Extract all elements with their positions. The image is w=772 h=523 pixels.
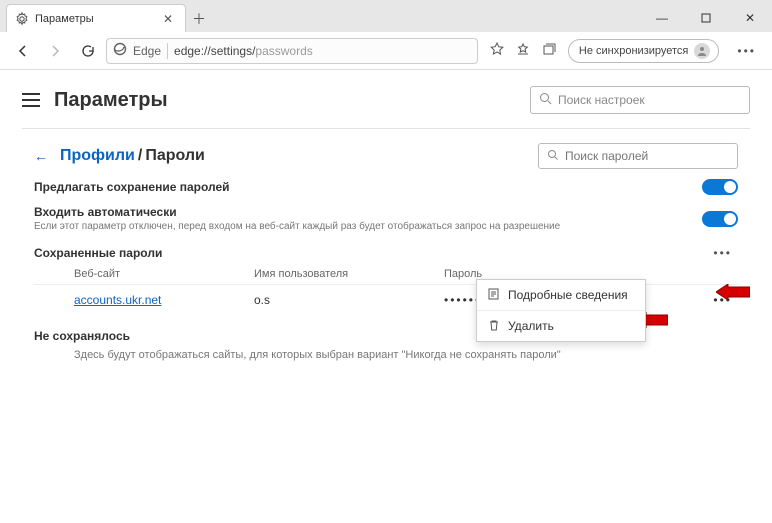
sync-status-label: Не синхронизируется <box>579 45 688 57</box>
browser-menu-icon[interactable]: ••• <box>731 44 762 58</box>
toggle-offer-save[interactable] <box>702 179 738 195</box>
refresh-icon[interactable] <box>74 38 100 64</box>
nav-forward-icon <box>42 38 68 64</box>
table-row: accounts.ukr.net o.s •••••••• ••• Подроб… <box>34 285 738 311</box>
option-auto-signin-label: Входить автоматически <box>34 205 702 219</box>
ctx-delete[interactable]: Удалить <box>477 310 645 341</box>
nav-back-icon[interactable] <box>10 38 36 64</box>
breadcrumb-current: Пароли <box>145 147 205 164</box>
context-menu: Подробные сведения Удалить <box>476 279 646 342</box>
search-icon <box>539 92 552 108</box>
collections-icon[interactable] <box>542 42 556 59</box>
titlebar: Параметры ✕ ＋ — ✕ <box>0 0 772 32</box>
page-title: Параметры <box>54 89 516 112</box>
option-auto-signin-sub: Если этот параметр отключен, перед входо… <box>34 221 702 232</box>
edge-logo-icon <box>113 42 127 59</box>
saved-passwords-heading: Сохраненные пароли ••• <box>34 246 738 260</box>
page-header: Параметры <box>0 70 772 120</box>
details-icon <box>487 287 500 303</box>
ctx-details[interactable]: Подробные сведения <box>477 280 645 310</box>
ctx-delete-label: Удалить <box>508 319 554 333</box>
saved-site-link[interactable]: accounts.ukr.net <box>74 293 161 307</box>
saved-passwords-label: Сохраненные пароли <box>34 246 707 260</box>
col-site: Веб-сайт <box>74 268 254 280</box>
saved-more-icon[interactable]: ••• <box>707 246 738 260</box>
settings-search[interactable] <box>530 86 750 114</box>
breadcrumb-back-icon[interactable]: ← <box>34 148 48 164</box>
hamburger-icon[interactable] <box>22 93 40 107</box>
option-auto-signin: Входить автоматически Если этот параметр… <box>34 195 738 232</box>
tab-close-icon[interactable]: ✕ <box>163 12 177 26</box>
url-separator <box>167 43 168 59</box>
trash-icon <box>487 318 500 334</box>
col-user: Имя пользователя <box>254 268 444 280</box>
window-controls: — ✕ <box>640 4 772 32</box>
new-tab-button[interactable]: ＋ <box>186 6 212 32</box>
url-text: edge://settings/passwords <box>174 44 313 58</box>
annotation-arrow-icon <box>716 284 750 300</box>
search-icon <box>547 149 559 164</box>
settings-search-input[interactable] <box>558 93 741 107</box>
maximize-icon[interactable] <box>684 4 728 32</box>
minimize-icon[interactable]: — <box>640 4 684 32</box>
saved-user: o.s <box>254 293 444 307</box>
option-offer-save-label: Предлагать сохранение паролей <box>34 180 702 194</box>
breadcrumb-profiles[interactable]: Профили <box>60 147 135 164</box>
content: ← Профили/Пароли Предлагать сохранение п… <box>0 129 772 361</box>
option-offer-save: Предлагать сохранение паролей <box>34 169 738 195</box>
profile-sync-button[interactable]: Не синхронизируется <box>568 39 719 63</box>
favorite-star-icon[interactable] <box>490 42 504 59</box>
password-search[interactable] <box>538 143 738 169</box>
url-scheme-label: Edge <box>133 44 161 58</box>
tab-strip: Параметры ✕ ＋ <box>0 0 640 32</box>
toggle-auto-signin[interactable] <box>702 211 738 227</box>
gear-icon <box>15 12 29 26</box>
password-search-input[interactable] <box>565 149 729 163</box>
favorites-bar-icon[interactable] <box>516 42 530 59</box>
avatar-icon <box>694 43 710 59</box>
url-box[interactable]: Edge edge://settings/passwords <box>106 38 478 64</box>
breadcrumb: Профили/Пароли <box>60 147 526 165</box>
never-saved-sub: Здесь будут отображаться сайты, для кото… <box>74 349 738 361</box>
browser-tab-active[interactable]: Параметры ✕ <box>6 4 186 32</box>
close-window-icon[interactable]: ✕ <box>728 4 772 32</box>
address-bar: Edge edge://settings/passwords Не синхро… <box>0 32 772 70</box>
breadcrumb-row: ← Профили/Пароли <box>34 143 738 169</box>
tab-title: Параметры <box>35 13 163 25</box>
ctx-details-label: Подробные сведения <box>508 288 628 302</box>
